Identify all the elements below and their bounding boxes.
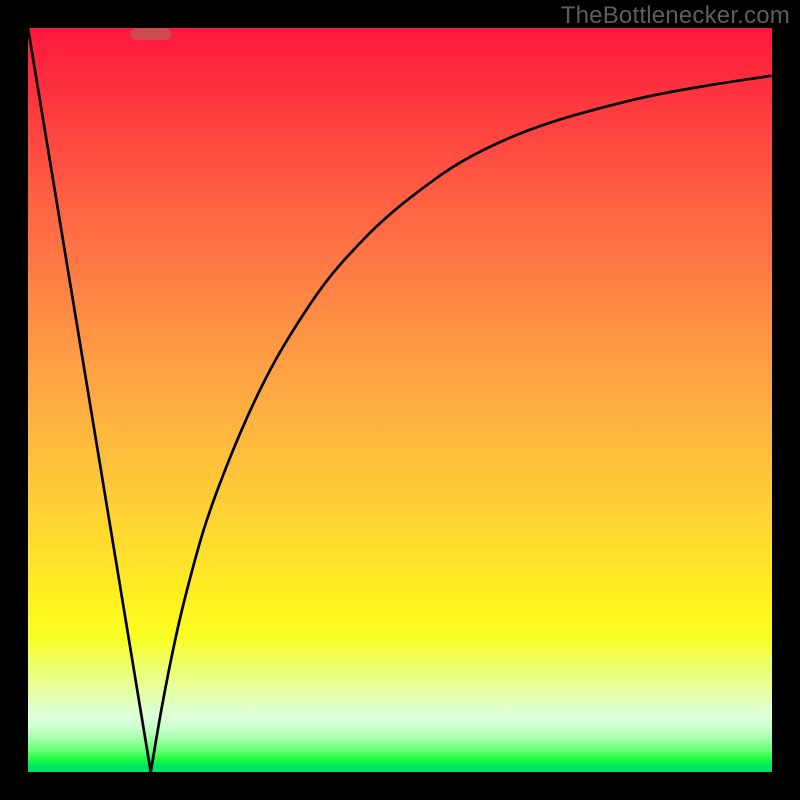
marker-pill bbox=[130, 28, 171, 40]
plot-area bbox=[28, 28, 772, 772]
optimal-marker bbox=[28, 28, 772, 772]
watermark-text: TheBottlenecker.com bbox=[561, 2, 790, 30]
chart-frame: TheBottlenecker.com bbox=[0, 0, 800, 800]
